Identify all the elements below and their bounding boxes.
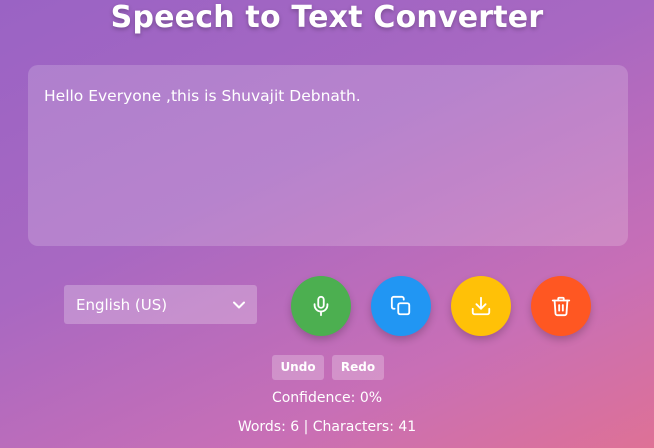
trash-icon — [550, 295, 572, 317]
chevron-down-icon — [233, 299, 245, 311]
clear-button[interactable] — [531, 276, 591, 336]
confidence-text: Confidence: 0% — [271, 390, 383, 406]
microphone-icon — [310, 295, 332, 317]
copy-button[interactable] — [371, 276, 431, 336]
mic-button[interactable] — [291, 276, 351, 336]
language-select-value: English (US) — [76, 295, 168, 314]
transcript-textarea[interactable]: Hello Everyone ,this is Shuvajit Debnath… — [28, 65, 628, 246]
word-character-count: Words: 6 | Characters: 41 — [237, 419, 417, 435]
language-select[interactable]: English (US) — [64, 285, 257, 324]
page-title: Speech to Text Converter — [110, 0, 544, 35]
download-icon — [470, 295, 492, 317]
redo-button[interactable]: Redo — [332, 355, 384, 380]
undo-button[interactable]: Undo — [272, 355, 324, 380]
download-button[interactable] — [451, 276, 511, 336]
copy-icon — [390, 295, 412, 317]
